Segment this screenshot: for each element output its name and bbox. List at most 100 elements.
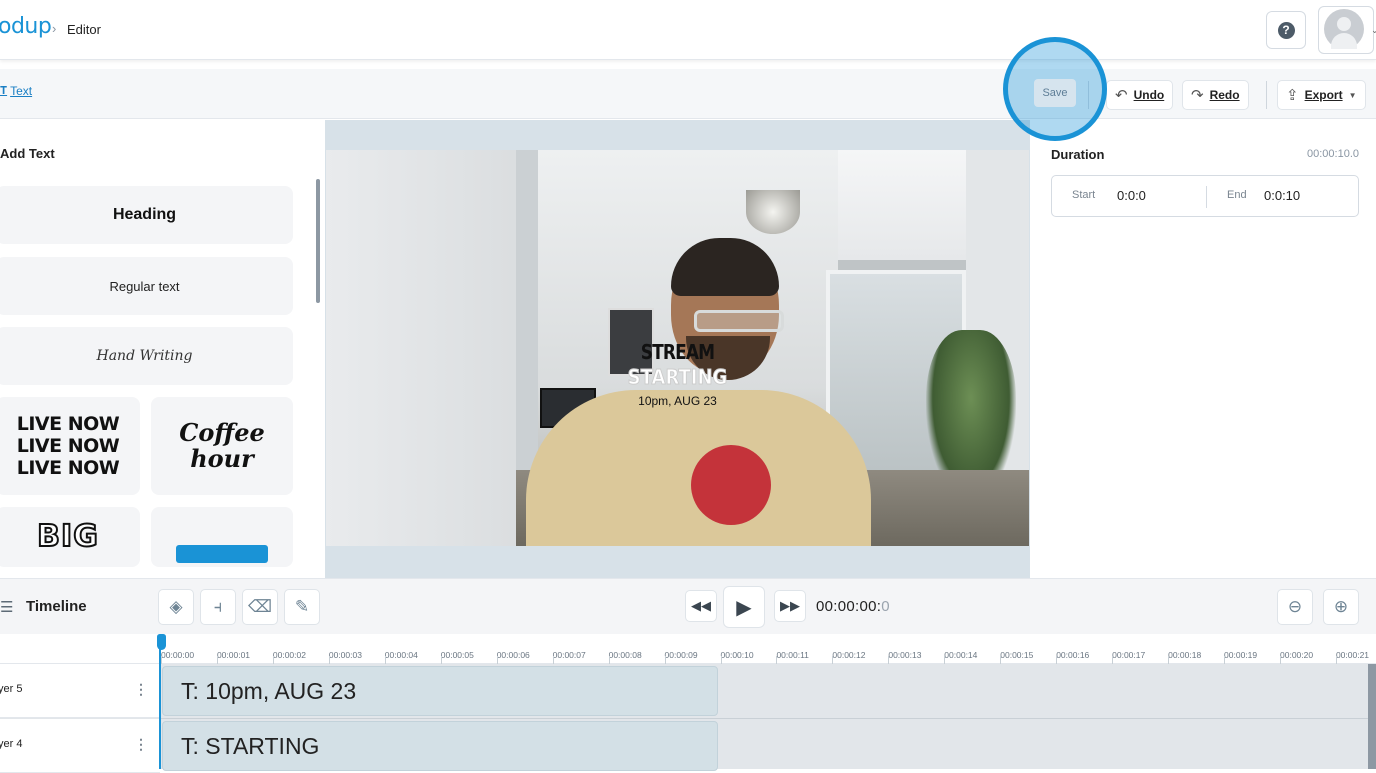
ruler-tick <box>440 656 442 664</box>
ruler-tick-label: 00:00:09 <box>664 650 698 660</box>
export-button[interactable]: ⇪ Export ▼ <box>1277 80 1366 110</box>
rewind-button[interactable]: ◀◀ <box>685 590 717 622</box>
donate-pill <box>176 545 268 563</box>
zoom-in-icon: ⊕ <box>1333 597 1349 616</box>
fast-forward-icon: ▶▶ <box>780 598 800 613</box>
ruler-tick <box>1280 656 1281 664</box>
editor-toolbar: 𝐓 Text Save ↶ Undo ↷ Redo ⇪ Export ▼ <box>0 69 1376 119</box>
playhead[interactable] <box>159 645 161 769</box>
preset-coffee-hour[interactable]: Coffee hour <box>151 397 293 495</box>
ruler-tick-label: 00:00:06 <box>496 650 530 660</box>
end-label: End <box>1227 189 1247 201</box>
top-bar: odup › Editor ? ⌄ <box>0 0 1376 60</box>
split-button[interactable]: ⫞ <box>200 589 236 625</box>
ruler-tick <box>1224 656 1226 664</box>
caret-down-icon: ▼ <box>1348 90 1357 100</box>
redo-button[interactable]: ↷ Redo <box>1182 80 1249 110</box>
split-icon: ⫞ <box>213 597 223 616</box>
ruler-tick <box>1056 656 1058 664</box>
toolbar-divider <box>1266 81 1267 109</box>
start-field[interactable]: 0:0:0 <box>1117 188 1146 203</box>
ruler-tick-label: 00:00:05 <box>440 650 474 660</box>
timeline-ruler[interactable]: 00:00:00 00:00:01 00:00:02 00:00:03 00:00:04… <box>0 634 1376 664</box>
ruler-tick-label: 00:00:21 <box>1335 650 1370 660</box>
track-label[interactable]: yer 5 ⋮ <box>0 664 160 718</box>
duration-range: Start 0:0:0 End 0:0:10 <box>1051 175 1359 217</box>
chevron-down-icon[interactable]: ⌄ <box>1371 25 1376 36</box>
breadcrumb-separator: › <box>52 21 57 36</box>
tracks-scrollbar[interactable] <box>1368 664 1376 769</box>
timecode: 00:00:00:0 <box>816 598 890 615</box>
breadcrumb-editor: Editor <box>67 22 101 37</box>
ruler-tick-label: 00:00:14 <box>944 650 978 660</box>
save-button[interactable]: Save <box>1034 79 1076 107</box>
timeline-tracks: yer 5 ⋮ T: 10pm, AUG 23 yer 4 ⋮ T: START… <box>0 664 1376 773</box>
text-presets-panel: Add Text Heading Regular text Hand Writi… <box>0 120 325 578</box>
overlay-text-stream[interactable]: STREAM <box>379 340 977 364</box>
layers-icon: ◈ <box>169 597 183 616</box>
ruler-tick-label: 00:00:13 <box>888 650 922 660</box>
delete-button[interactable]: ⌫ <box>242 589 278 625</box>
duration-value: 00:00:10.0 <box>1307 148 1359 160</box>
brand-logo[interactable]: odup <box>0 14 52 39</box>
layers-button[interactable]: ◈ <box>158 589 194 625</box>
overlay-text-starting[interactable]: STARTING <box>361 365 994 390</box>
ruler-tick <box>1000 656 1002 664</box>
ruler-tick <box>944 656 946 664</box>
preset-big[interactable]: BIG <box>0 507 140 567</box>
ruler-tick <box>328 656 330 664</box>
ruler-tick-label: 00:00:15 <box>1000 650 1034 660</box>
ruler-tick <box>832 656 834 664</box>
pencil-icon: ✎ <box>294 597 310 616</box>
ruler-tick <box>552 656 554 664</box>
timeline-clip[interactable]: T: 10pm, AUG 23 <box>162 666 718 716</box>
profile-button[interactable] <box>1318 6 1374 54</box>
ruler-tick <box>776 656 778 664</box>
timeline-icon: ☰ <box>0 599 14 616</box>
fast-forward-button[interactable]: ▶▶ <box>774 590 806 622</box>
track-label[interactable]: yer 4 ⋮ <box>0 719 160 773</box>
ruler-tick-label: 00:00:11 <box>776 650 809 660</box>
video-preview[interactable]: STREAM STARTING 10pm, AUG 23 <box>326 150 1029 546</box>
more-options-icon[interactable]: ⋮ <box>134 681 148 698</box>
ruler-tick <box>216 656 218 664</box>
preset-donate[interactable] <box>151 507 293 567</box>
ruler-tick-label: 00:00:17 <box>1112 650 1146 660</box>
more-options-icon[interactable]: ⋮ <box>134 736 148 753</box>
preset-regular-text[interactable]: Regular text <box>0 257 293 315</box>
ruler-tick-label: 00:00:02 <box>272 650 306 660</box>
start-label: Start <box>1072 189 1096 201</box>
canvas-stage: STREAM STARTING 10pm, AUG 23 <box>325 120 1030 578</box>
edit-button[interactable]: ✎ <box>284 589 320 625</box>
zoom-out-icon: ⊖ <box>1287 597 1303 616</box>
end-field[interactable]: 0:0:10 <box>1264 188 1300 203</box>
overlay-text-date[interactable]: 10pm, AUG 23 <box>326 394 1029 408</box>
preset-handwriting[interactable]: Hand Writing <box>0 327 293 385</box>
ruler-tick-label: 00:00:10 <box>720 650 754 660</box>
timeline-clip[interactable]: T: STARTING <box>162 721 718 771</box>
redo-icon: ↷ <box>1191 87 1204 104</box>
properties-panel: Duration 00:00:10.0 Start 0:0:0 End 0:0:… <box>1030 120 1376 578</box>
ruler-tick <box>1335 656 1337 664</box>
ruler-tick-label: 00:00:08 <box>608 650 642 660</box>
ruler-tick <box>1168 656 1170 664</box>
preset-heading[interactable]: Heading <box>0 186 293 244</box>
text-tool-icon: 𝐓 <box>0 84 8 97</box>
timeline-title: Timeline <box>26 598 87 615</box>
undo-button[interactable]: ↶ Undo <box>1106 80 1174 110</box>
zoom-out-button[interactable]: ⊖ <box>1277 589 1313 625</box>
ruler-tick-label: 00:00:07 <box>552 650 586 660</box>
play-button[interactable]: ▶ <box>723 586 765 628</box>
zoom-in-button[interactable]: ⊕ <box>1323 589 1359 625</box>
panel-scrollbar[interactable] <box>316 179 320 303</box>
ruler-tick <box>1112 656 1114 664</box>
help-button[interactable]: ? <box>1266 11 1306 49</box>
tab-text[interactable]: 𝐓 Text <box>0 84 32 98</box>
question-icon: ? <box>1277 21 1295 39</box>
duration-label: Duration <box>1051 147 1105 162</box>
preset-live-now[interactable]: LIVE NOW LIVE NOW LIVE NOW <box>0 397 140 495</box>
user-avatar-icon <box>1324 9 1364 49</box>
ruler-tick-label: 00:00:18 <box>1168 650 1202 660</box>
ruler-tick <box>888 656 890 664</box>
export-icon: ⇪ <box>1286 87 1299 104</box>
